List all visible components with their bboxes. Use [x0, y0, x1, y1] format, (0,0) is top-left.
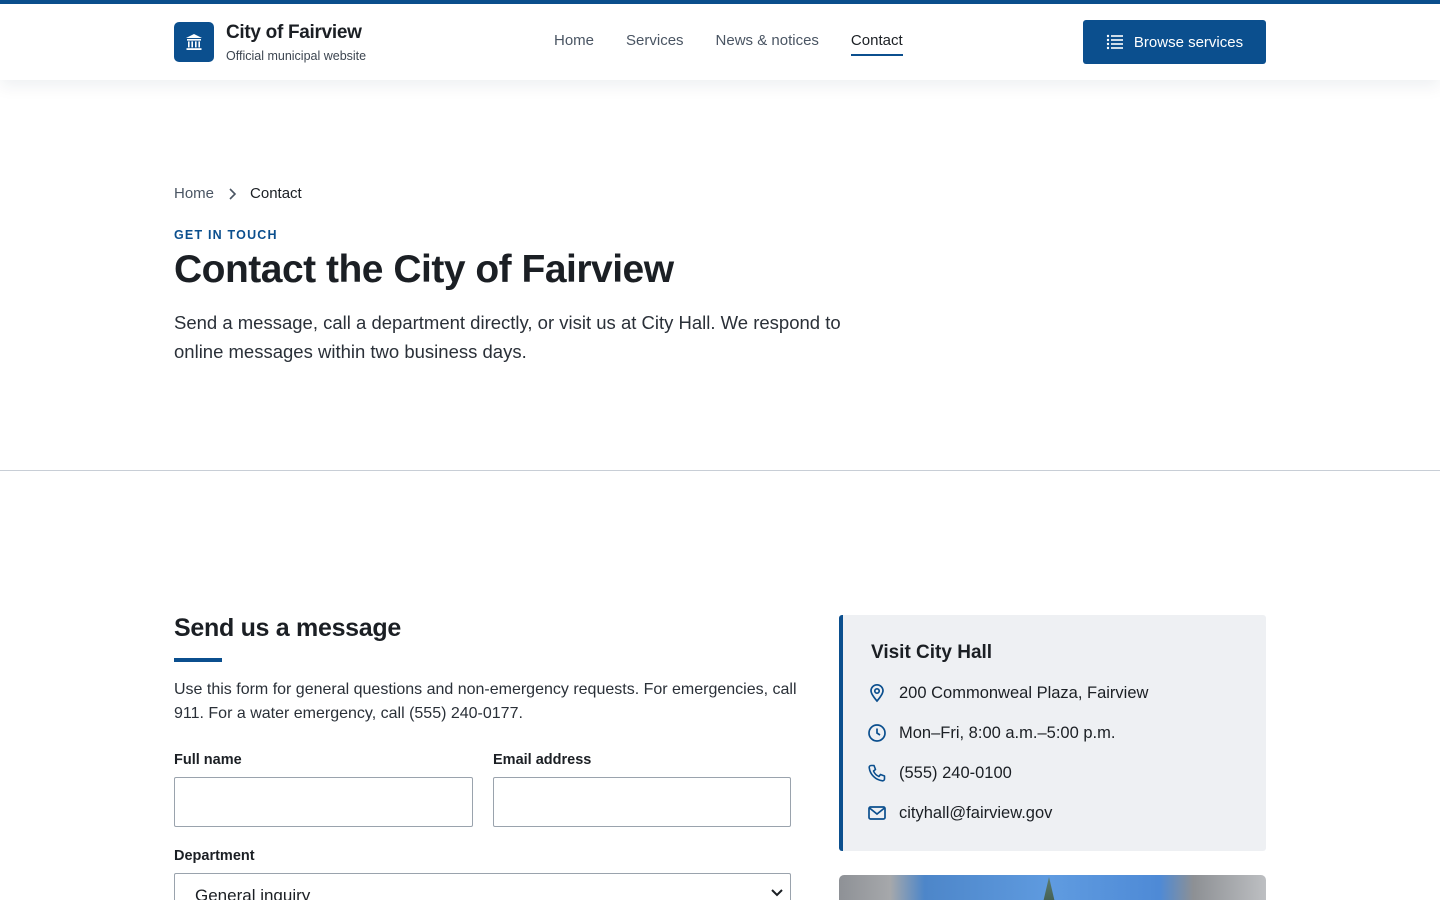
page-title: Contact the City of Fairview: [174, 248, 674, 291]
breadcrumb-home[interactable]: Home: [174, 185, 214, 202]
nav-services[interactable]: Services: [626, 32, 684, 56]
site-logo[interactable]: [174, 22, 214, 62]
photo-spire: [1042, 877, 1056, 900]
form-title: Send us a message: [174, 614, 401, 642]
clock-icon: [868, 724, 886, 742]
visit-city-hall-card: Visit City Hall 200 Commonweal Plaza, Fa…: [839, 615, 1266, 851]
brand-subtitle: Official municipal website: [226, 49, 367, 63]
hero-eyebrow: GET IN TOUCH: [174, 228, 278, 242]
nav-home[interactable]: Home: [554, 32, 594, 56]
breadcrumb-current: Contact: [250, 185, 302, 202]
address-text: 200 Commonweal Plaza, Fairview: [899, 683, 1149, 702]
chevron-down-icon: [771, 889, 783, 897]
building-columns-icon: [186, 34, 202, 50]
nav-news-notices[interactable]: News & notices: [716, 32, 819, 56]
phone-link[interactable]: (555) 240-0100: [899, 764, 1012, 783]
hero-lede: Send a message, call a department direct…: [174, 312, 841, 362]
breadcrumb: Home Contact: [174, 185, 302, 202]
list-icon: [1106, 34, 1123, 50]
map-pin-icon: [870, 683, 884, 703]
brand-name[interactable]: City of Fairview: [226, 22, 362, 44]
phone-row: (555) 240-0100: [867, 763, 1012, 783]
department-label: Department: [174, 848, 255, 864]
email-label: Email address: [493, 752, 592, 768]
nav-contact[interactable]: Contact: [850, 32, 903, 56]
email-link[interactable]: cityhall@fairview.gov: [899, 804, 1052, 823]
form-intro: Use this form for general questions and …: [174, 681, 797, 722]
department-select[interactable]: General inquiry: [174, 873, 791, 900]
visit-title: Visit City Hall: [871, 642, 993, 663]
chevron-right-icon: [229, 187, 237, 200]
department-selected-value: General inquiry: [195, 886, 311, 900]
browse-services-button[interactable]: Browse services: [1083, 20, 1266, 64]
address-row: 200 Commonweal Plaza, Fairview: [867, 683, 1148, 703]
city-hall-photo: [839, 875, 1266, 900]
hours-text: Mon–Fri, 8:00 a.m.–5:00 p.m.: [899, 723, 1116, 742]
full-name-label: Full name: [174, 752, 242, 768]
mail-icon: [868, 806, 886, 820]
main-nav: Home Services News & notices Contact: [554, 32, 903, 56]
phone-icon: [868, 764, 886, 782]
full-name-input[interactable]: [174, 777, 473, 827]
site-header: City of Fairview Official municipal webs…: [0, 4, 1440, 80]
email-input[interactable]: [493, 777, 791, 827]
hours-row: Mon–Fri, 8:00 a.m.–5:00 p.m.: [867, 723, 1115, 743]
form-title-underline: [174, 658, 222, 662]
browse-services-label: Browse services: [1133, 33, 1244, 51]
email-row: cityhall@fairview.gov: [867, 803, 1052, 823]
